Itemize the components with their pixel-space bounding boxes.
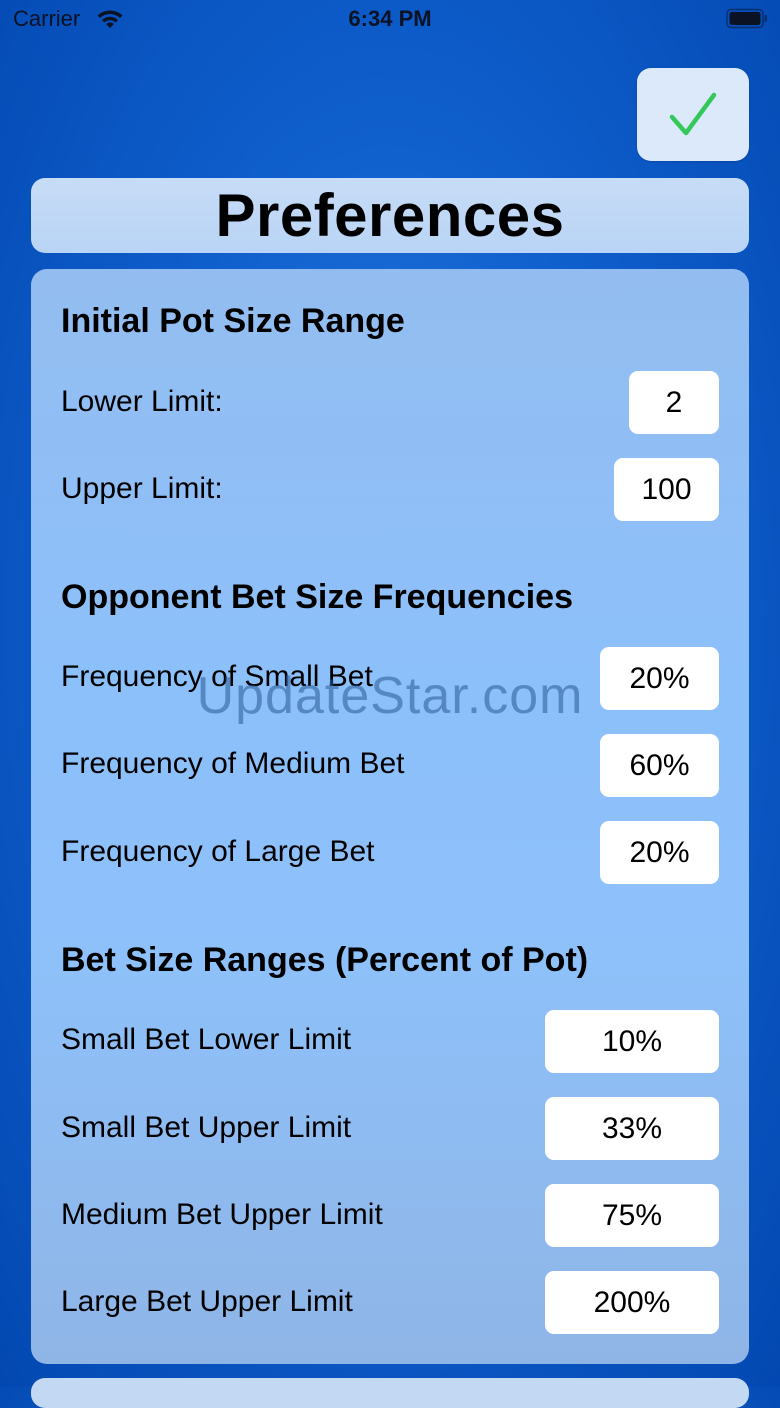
- small-bet-frequency-field[interactable]: 20%: [600, 647, 719, 710]
- large-bet-upper-field[interactable]: 200%: [545, 1271, 719, 1334]
- large-bet-frequency-label: Frequency of Large Bet: [61, 835, 375, 868]
- medium-bet-frequency-field[interactable]: 60%: [600, 734, 719, 797]
- upper-limit-field[interactable]: 100: [614, 458, 719, 521]
- clock: 6:34 PM: [348, 6, 432, 31]
- large-bet-frequency-field[interactable]: 20%: [600, 821, 719, 884]
- small-bet-lower-label: Small Bet Lower Limit: [61, 1023, 352, 1056]
- small-bet-lower-field[interactable]: 10%: [545, 1010, 719, 1073]
- frequencies-heading: Opponent Bet Size Frequencies: [61, 578, 573, 616]
- bet-ranges-heading: Bet Size Ranges (Percent of Pot): [61, 941, 589, 979]
- bottom-card: [31, 1378, 749, 1408]
- lower-limit-field[interactable]: 2: [629, 371, 719, 434]
- status-bar: Carrier 6:34 PM: [0, 0, 780, 40]
- medium-bet-upper-label: Medium Bet Upper Limit: [61, 1198, 383, 1231]
- title-bar: Preferences: [31, 178, 749, 253]
- medium-bet-frequency-label: Frequency of Medium Bet: [61, 747, 405, 780]
- checkmark-icon: [669, 92, 717, 135]
- large-bet-upper-label: Large Bet Upper Limit: [61, 1285, 353, 1318]
- upper-limit-label: Upper Limit:: [61, 472, 223, 505]
- small-bet-upper-label: Small Bet Upper Limit: [61, 1111, 352, 1144]
- small-bet-upper-field[interactable]: 33%: [545, 1097, 719, 1160]
- lower-limit-label: Lower Limit:: [61, 385, 223, 418]
- preferences-panel: Initial Pot Size Range Lower Limit: 2 Up…: [31, 269, 749, 1364]
- battery-icon: [726, 8, 767, 29]
- small-bet-frequency-label: Frequency of Small Bet: [61, 660, 373, 693]
- medium-bet-upper-field[interactable]: 75%: [545, 1184, 719, 1247]
- page-title: Preferences: [215, 182, 565, 249]
- pot-size-heading: Initial Pot Size Range: [61, 302, 405, 340]
- done-button[interactable]: [637, 68, 749, 161]
